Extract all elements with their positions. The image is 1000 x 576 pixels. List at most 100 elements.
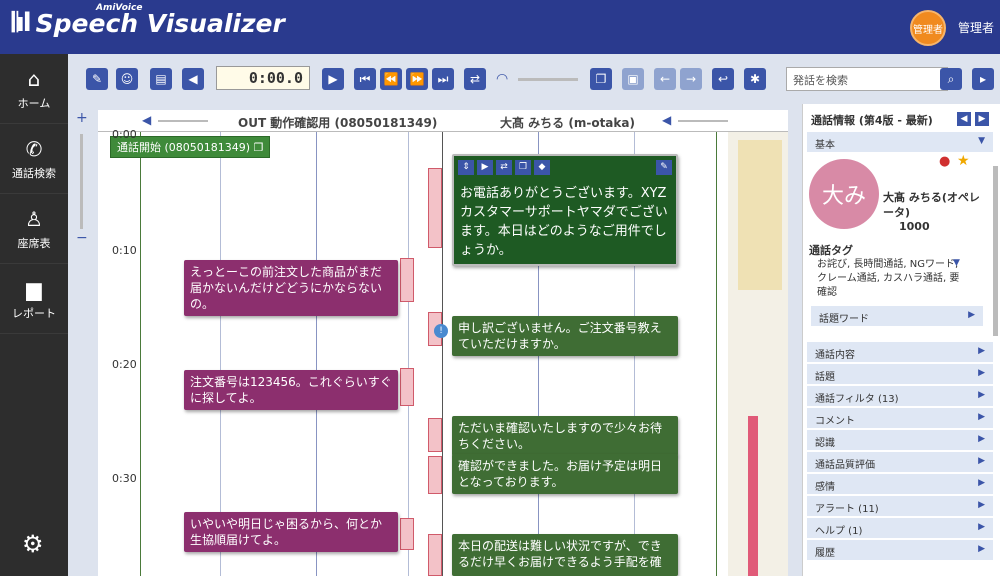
zoom-out-icon[interactable]: −	[76, 230, 88, 246]
next-version-icon[interactable]: ▶	[975, 112, 989, 126]
section-label: ヘルプ (1)	[815, 526, 863, 537]
star-icon[interactable]: ★	[957, 153, 970, 169]
save-icon[interactable]: ▣	[622, 68, 644, 90]
sidebar-item-label: ホーム	[17, 96, 51, 110]
asterisk-icon[interactable]: ✱	[744, 68, 766, 90]
document-icon[interactable]: ▤	[150, 68, 172, 90]
arrow-right-icon[interactable]: →	[680, 68, 702, 90]
user-avatar[interactable]: 管理者	[910, 10, 946, 46]
segment-marker[interactable]	[428, 418, 442, 452]
customer-utterance[interactable]: 注文番号は123456。これぐらいすぐに探してよ。	[184, 370, 398, 410]
operator-utterance[interactable]: 確認ができました。お届け予定は明日となっております。	[452, 454, 678, 494]
section-history[interactable]: 履歴 ▶	[807, 540, 993, 561]
section-label: 履歴	[815, 548, 835, 559]
tag-icon[interactable]: ◆	[534, 160, 550, 175]
in-volume-slider[interactable]	[678, 120, 728, 122]
search-icon[interactable]: ⌕	[940, 68, 962, 90]
sidebar-item-label: 座席表	[17, 236, 51, 250]
home-icon: ⌂	[27, 66, 41, 91]
chevron-down-icon: ▼	[978, 136, 985, 146]
grid-line	[220, 132, 221, 576]
user-name[interactable]: 管理者	[958, 19, 994, 36]
arrow-left-icon[interactable]: ←	[654, 68, 676, 90]
chevron-right-icon: ▶	[978, 456, 985, 466]
fast-forward-icon[interactable]: ⏩	[406, 68, 428, 90]
speed-gauge-icon: ◠	[496, 71, 509, 87]
utterance-search-input[interactable]: 発話を検索	[786, 67, 948, 91]
edit-icon[interactable]: ✎	[656, 160, 672, 175]
chevron-right-icon: ▶	[978, 412, 985, 422]
section-label: 話題	[815, 372, 835, 383]
skip-start-icon[interactable]: ⏮	[354, 68, 376, 90]
customer-utterance[interactable]: いやいや明日じゃ困るから、何とか生協順届けてよ。	[184, 512, 398, 552]
prev-version-icon[interactable]: ◀	[957, 112, 971, 126]
channel-in-label: 大髙 みちる (m-otaka)	[500, 116, 635, 130]
info-icon[interactable]: !	[434, 324, 448, 338]
segment-marker[interactable]	[400, 368, 414, 406]
segment-marker[interactable]	[428, 534, 442, 576]
channel-out-label: OUT 動作確認用 (08050181349)	[238, 116, 438, 130]
out-volume-slider[interactable]	[158, 120, 208, 122]
sidebar-item-home[interactable]: ⌂ ホーム	[0, 54, 68, 124]
grid-line	[140, 132, 141, 576]
section-comment[interactable]: コメント ▶	[807, 408, 993, 429]
operator-utterance[interactable]: 本日の配送は難しい状況ですが、できるだけ早くお届けできるよう手配を確	[452, 534, 678, 576]
chevron-right-icon: ▶	[978, 434, 985, 444]
operator-icon[interactable]: ☺	[116, 68, 138, 90]
return-icon[interactable]: ↩	[712, 68, 734, 90]
repeat-icon[interactable]: ⇄	[464, 68, 486, 90]
time-label: 0:30	[112, 472, 137, 485]
chevron-right-icon: ▶	[978, 522, 985, 532]
operator-utterance-selected[interactable]: ⇕ ▶ ⇄ ❐ ◆ ✎ お電話ありがとうございます。XYZ カスタマーサポートヤ…	[452, 154, 678, 266]
app-header: 𝄃ıl AmiVoice Speech Visualizer 管理者 管理者	[0, 0, 1000, 54]
section-call-filter[interactable]: 通話フィルタ (13) ▶	[807, 386, 993, 407]
repeat-icon[interactable]: ⇄	[496, 160, 512, 175]
expand-icon[interactable]: ▸	[972, 68, 994, 90]
play-icon[interactable]: ▶	[477, 160, 493, 175]
section-recognition[interactable]: 認識 ▶	[807, 430, 993, 451]
segment-marker[interactable]	[400, 518, 414, 550]
skip-end-icon[interactable]: ⏭	[432, 68, 454, 90]
sidebar-item-call-search[interactable]: ✆ 通話検索	[0, 124, 68, 194]
zoom-in-icon[interactable]: +	[76, 110, 88, 126]
operator-utterance[interactable]: ただいま確認いたしますので少々お待ちください。	[452, 416, 678, 456]
copy-icon[interactable]: ❐	[590, 68, 612, 90]
zoom-slider[interactable]	[80, 134, 83, 229]
reorder-icon[interactable]: ⇕	[458, 160, 474, 175]
segment-marker[interactable]	[400, 258, 414, 302]
copy-icon[interactable]: ❐	[515, 160, 531, 175]
panel-scrollbar[interactable]	[993, 166, 998, 336]
segment-marker[interactable]	[428, 168, 442, 248]
copy-icon[interactable]: ❐	[254, 141, 264, 154]
section-emotion[interactable]: 感情 ▶	[807, 474, 993, 495]
gear-icon[interactable]: ⚙	[22, 530, 44, 558]
utterance-text: お電話ありがとうございます。XYZ カスタマーサポートヤマダでございます。本日は…	[460, 186, 668, 258]
section-label: 話題ワード	[819, 314, 869, 325]
section-topic-words[interactable]: 話題ワード ▶	[811, 306, 983, 327]
section-help[interactable]: ヘルプ (1) ▶	[807, 518, 993, 539]
pin-icon[interactable]: ✎	[86, 68, 108, 90]
section-quality[interactable]: 通話品質評価 ▶	[807, 452, 993, 473]
section-call-content[interactable]: 通話内容 ▶	[807, 342, 993, 363]
chevron-down-icon[interactable]: ▼	[953, 258, 960, 268]
rewind-icon[interactable]: ⏪	[380, 68, 402, 90]
volume-icon[interactable]: ◀	[662, 113, 671, 127]
bar-chart-icon: ▆	[26, 276, 42, 301]
section-alert[interactable]: アラート (11) ▶	[807, 496, 993, 517]
operator-utterance[interactable]: 申し訳ございません。ご注文番号教えていただけますか。	[452, 316, 678, 356]
chevron-right-icon: ▶	[968, 310, 975, 320]
section-basic[interactable]: 基本 ▼	[807, 132, 993, 153]
segment-marker[interactable]	[428, 456, 442, 494]
customer-utterance[interactable]: えっとーこの前注文した商品がまだ届かないんだけどどうにかならないの。	[184, 260, 398, 316]
call-tags[interactable]: お詫び, 長時間通話, NGワード, クレーム通話, カスハラ通話, 要確認	[817, 258, 965, 300]
section-label: コメント	[815, 416, 855, 427]
volume-icon[interactable]: ◀	[142, 113, 151, 127]
sidebar-item-seating[interactable]: ♙ 座席表	[0, 194, 68, 264]
volume-icon[interactable]: ◀	[182, 68, 204, 90]
chevron-right-icon: ▶	[978, 544, 985, 554]
speed-slider[interactable]	[518, 78, 578, 81]
sidebar-item-label: レポート	[12, 306, 56, 320]
sidebar-item-report[interactable]: ▆ レポート	[0, 264, 68, 334]
play-icon[interactable]: ▶	[322, 68, 344, 90]
section-topic[interactable]: 話題 ▶	[807, 364, 993, 385]
